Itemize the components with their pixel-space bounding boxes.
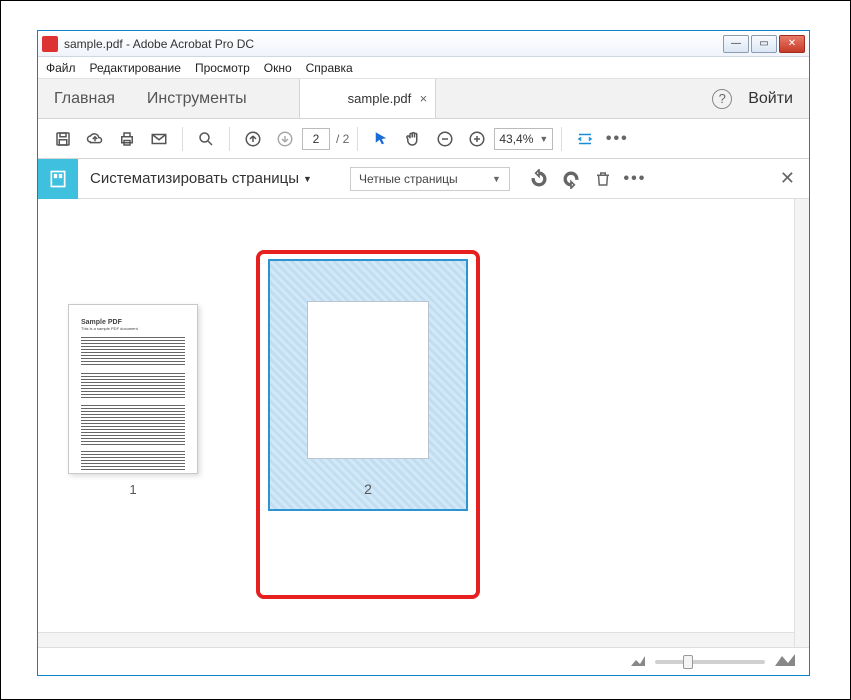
next-page-icon[interactable] — [270, 124, 300, 154]
bottom-bar — [38, 647, 809, 675]
menubar: Файл Редактирование Просмотр Окно Справк… — [38, 57, 809, 79]
page-filter-value: Четные страницы — [359, 172, 458, 186]
more-icon[interactable]: ••• — [602, 124, 632, 154]
rotate-cw-icon[interactable] — [560, 168, 582, 190]
close-button[interactable]: ✕ — [779, 35, 805, 53]
thumbnail-zoom-slider[interactable] — [655, 660, 765, 664]
chevron-down-icon: ▼ — [539, 134, 548, 144]
tabbar: Главная Инструменты sample.pdf × ? Войти — [38, 79, 809, 119]
save-icon[interactable] — [48, 124, 78, 154]
zoom-slider-max-icon — [775, 653, 795, 671]
tab-tools[interactable]: Инструменты — [131, 79, 263, 118]
login-button[interactable]: Войти — [748, 90, 793, 108]
page-thumbnail-selected[interactable]: 2 — [268, 259, 468, 587]
app-window: sample.pdf - Adobe Acrobat Pro DC — ▭ ✕ … — [37, 30, 810, 676]
slider-knob[interactable] — [683, 655, 693, 669]
zoom-slider-min-icon — [631, 653, 645, 671]
menu-file[interactable]: Файл — [46, 61, 76, 75]
page-2-preview — [307, 301, 429, 459]
page-number-label: 2 — [364, 481, 372, 497]
tab-document[interactable]: sample.pdf × — [299, 79, 437, 118]
trash-icon[interactable] — [592, 168, 614, 190]
print-icon[interactable] — [112, 124, 142, 154]
organize-pages-icon[interactable] — [38, 159, 78, 199]
menu-view[interactable]: Просмотр — [195, 61, 250, 75]
zoom-out-icon[interactable] — [430, 124, 460, 154]
chevron-down-icon: ▼ — [492, 174, 501, 184]
prev-page-icon[interactable] — [238, 124, 268, 154]
page-number-input[interactable] — [302, 128, 330, 150]
page-number-label: 1 — [129, 482, 136, 497]
window-title: sample.pdf - Adobe Acrobat Pro DC — [64, 37, 723, 51]
cloud-upload-icon[interactable] — [80, 124, 110, 154]
page-1-preview: Sample PDF This is a sample PDF document — [68, 304, 198, 474]
titlebar[interactable]: sample.pdf - Adobe Acrobat Pro DC — ▭ ✕ — [38, 31, 809, 57]
rotate-ccw-icon[interactable] — [528, 168, 550, 190]
chevron-down-icon: ▼ — [303, 174, 312, 184]
menu-window[interactable]: Окно — [264, 61, 292, 75]
close-panel-icon[interactable]: ✕ — [780, 168, 795, 189]
zoom-in-icon[interactable] — [462, 124, 492, 154]
more-icon[interactable]: ••• — [624, 168, 646, 190]
scrollbar-horizontal[interactable] — [38, 632, 794, 647]
zoom-select[interactable]: 43,4% ▼ — [494, 128, 553, 150]
menu-edit[interactable]: Редактирование — [90, 61, 181, 75]
page-filter-select[interactable]: Четные страницы ▼ — [350, 167, 510, 191]
hand-tool-icon[interactable] — [398, 124, 428, 154]
page-total-label: / 2 — [336, 132, 349, 146]
maximize-button[interactable]: ▭ — [751, 35, 777, 53]
zoom-value: 43,4% — [499, 132, 533, 146]
page-thumbnail[interactable]: Sample PDF This is a sample PDF document… — [68, 259, 198, 587]
menu-help[interactable]: Справка — [306, 61, 353, 75]
scrollbar-vertical[interactable] — [794, 199, 809, 647]
content-area: Sample PDF This is a sample PDF document… — [38, 199, 809, 675]
app-icon — [42, 36, 58, 52]
select-tool-icon[interactable] — [366, 124, 396, 154]
toolbar: / 2 43,4% ▼ ••• — [38, 119, 809, 159]
search-icon[interactable] — [191, 124, 221, 154]
organize-title[interactable]: Систематизировать страницы ▼ — [78, 170, 324, 187]
minimize-button[interactable]: — — [723, 35, 749, 53]
tab-close-icon[interactable]: × — [420, 91, 428, 106]
window-controls: — ▭ ✕ — [723, 35, 805, 53]
help-icon[interactable]: ? — [712, 89, 732, 109]
organize-toolbar: Систематизировать страницы ▼ Четные стра… — [38, 159, 809, 199]
tab-home[interactable]: Главная — [38, 79, 131, 118]
email-icon[interactable] — [144, 124, 174, 154]
fit-width-icon[interactable] — [570, 124, 600, 154]
tab-document-label: sample.pdf — [348, 91, 412, 106]
selection-frame: 2 — [268, 259, 468, 511]
thumbnails-area[interactable]: Sample PDF This is a sample PDF document… — [38, 199, 809, 647]
